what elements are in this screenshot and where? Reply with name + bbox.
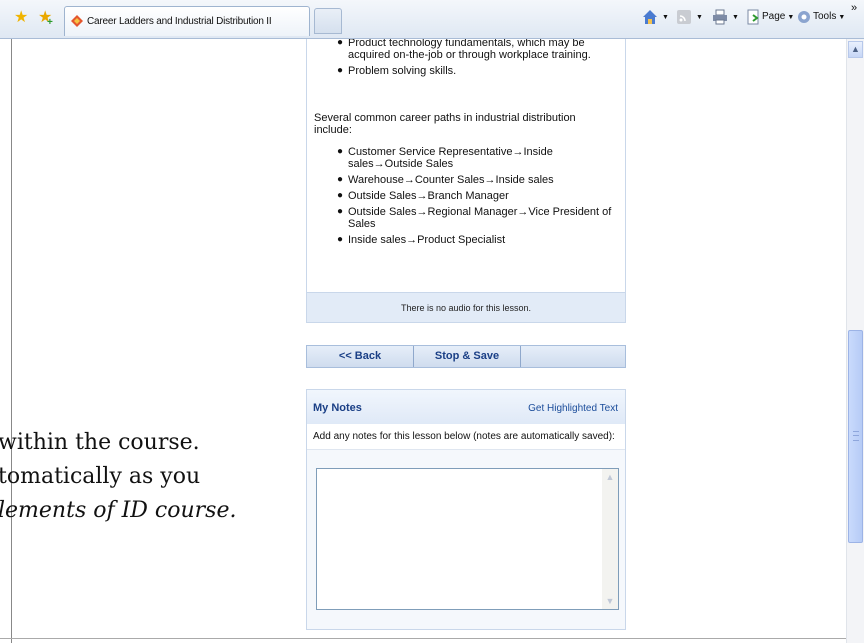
notes-panel: My Notes Get Highlighted Text Add any no… <box>306 389 626 630</box>
home-icon[interactable] <box>642 9 658 25</box>
page-menu[interactable]: Page ▼ <box>762 11 794 22</box>
lesson-navigation-bar: << Back Stop & Save <box>306 345 626 368</box>
grip-icon <box>853 431 859 441</box>
background-text-line: within the course. <box>0 430 200 455</box>
tab-title: Career Ladders and Industrial Distributi… <box>87 16 272 27</box>
scroll-up-arrow-icon[interactable]: ▲ <box>604 471 616 483</box>
feeds-icon[interactable] <box>676 9 692 25</box>
feeds-dropdown-icon[interactable]: ▼ <box>694 11 703 22</box>
home-dropdown-icon[interactable]: ▼ <box>660 11 669 22</box>
more-commands-chevron[interactable]: » <box>851 2 857 14</box>
notes-scrollbar[interactable]: ▲ ▼ <box>602 469 618 609</box>
career-paths-list: ● Customer Service Representative→Inside … <box>307 146 618 250</box>
notes-title: My Notes <box>313 402 362 414</box>
notes-textarea[interactable]: ▲ ▼ <box>316 468 619 610</box>
skills-list: ● Product technology fundamentals, which … <box>307 39 618 81</box>
scroll-up-button[interactable]: ▲ <box>848 41 863 58</box>
audio-status-bar: There is no audio for this lesson. <box>307 292 625 322</box>
browser-tab[interactable]: Career Ladders and Industrial Distributi… <box>64 6 310 36</box>
tools-menu[interactable]: Tools ▼ <box>813 11 845 22</box>
list-item: ● Problem solving skills. <box>337 65 457 77</box>
site-favicon-icon <box>71 15 83 27</box>
career-paths-intro: Several common career paths in industria… <box>314 112 576 136</box>
print-icon[interactable] <box>712 9 728 25</box>
scroll-down-arrow-icon[interactable]: ▼ <box>604 595 616 607</box>
notes-header: My Notes Get Highlighted Text <box>307 390 625 424</box>
list-item: ● Outside Sales→Branch Manager <box>337 190 509 202</box>
list-item: ● Product technology fundamentals, which … <box>337 39 591 61</box>
bottom-divider <box>0 638 846 639</box>
browser-toolbar: ★ ★ + Career Ladders and Industrial Distr… <box>0 0 864 39</box>
list-item: ● Outside Sales→Regional Manager→Vice Pre… <box>337 206 612 230</box>
scrollbar-thumb[interactable] <box>848 330 863 543</box>
page-viewport: within the course. tomatically as you le… <box>0 39 846 643</box>
notes-body: ▲ ▼ <box>307 450 625 629</box>
print-dropdown-icon[interactable]: ▼ <box>730 11 739 22</box>
stop-and-save-button[interactable]: Stop & Save <box>414 346 521 367</box>
back-button[interactable]: << Back <box>307 346 414 367</box>
background-text-line: lements of ID course. <box>0 498 237 523</box>
list-item: ● Customer Service Representative→Inside … <box>337 146 553 170</box>
lesson-content-panel: ● Product technology fundamentals, which … <box>306 39 626 323</box>
list-item: ● Inside sales→Product Specialist <box>337 234 506 246</box>
favorites-star-icon[interactable]: ★ <box>14 10 28 26</box>
notes-instructions: Add any notes for this lesson below (not… <box>307 424 625 450</box>
left-divider <box>11 39 12 643</box>
page-icon <box>747 9 759 25</box>
new-tab-button[interactable] <box>314 8 342 34</box>
add-favorites-icon[interactable]: ★ + <box>38 10 53 29</box>
tools-gear-icon <box>798 11 810 23</box>
background-text-line: tomatically as you <box>0 464 201 489</box>
page-scrollbar[interactable]: ▲ <box>846 39 864 643</box>
list-item: ● Warehouse→Counter Sales→Inside sales <box>337 174 554 186</box>
get-highlighted-text-link[interactable]: Get Highlighted Text <box>528 403 618 414</box>
